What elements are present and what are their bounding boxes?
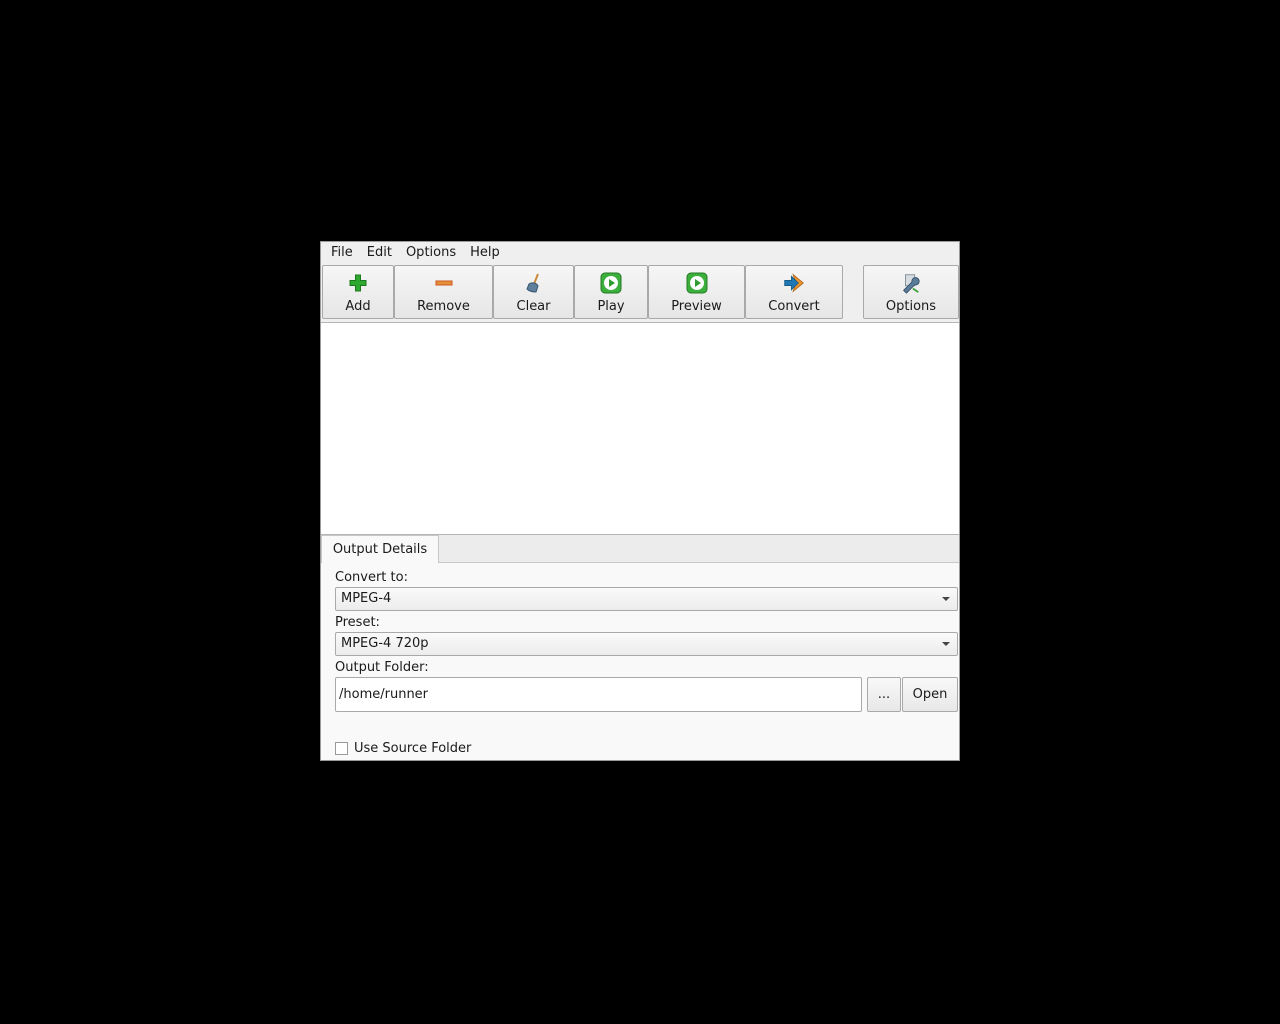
open-folder-button[interactable]: Open bbox=[902, 677, 958, 712]
clear-label: Clear bbox=[516, 299, 551, 314]
remove-button[interactable]: Remove bbox=[394, 265, 493, 319]
remove-minus-icon bbox=[433, 272, 455, 294]
play-icon bbox=[600, 272, 622, 294]
convert-to-value: MPEG-4 bbox=[341, 591, 392, 606]
use-source-folder-checkbox[interactable] bbox=[335, 742, 348, 755]
broom-clear-icon bbox=[523, 272, 545, 294]
convert-button[interactable]: Convert bbox=[745, 265, 843, 319]
preview-label: Preview bbox=[671, 299, 722, 314]
preset-value: MPEG-4 720p bbox=[341, 636, 429, 651]
play-label: Play bbox=[597, 299, 625, 314]
output-folder-value: /home/runner bbox=[339, 687, 429, 702]
clear-button[interactable]: Clear bbox=[493, 265, 574, 319]
output-folder-input[interactable]: /home/runner bbox=[335, 677, 862, 712]
play-button[interactable]: Play bbox=[574, 265, 648, 319]
preview-play-icon bbox=[686, 272, 708, 294]
menu-options[interactable]: Options bbox=[401, 243, 461, 263]
use-source-folder-label[interactable]: Use Source Folder bbox=[354, 741, 471, 756]
preview-button[interactable]: Preview bbox=[648, 265, 745, 319]
browse-button[interactable]: ... bbox=[867, 677, 901, 712]
menubar: File Edit Options Help bbox=[321, 242, 959, 264]
wrench-options-icon bbox=[900, 272, 922, 294]
convert-arrow-icon bbox=[783, 272, 805, 294]
tab-bar: Output Details bbox=[321, 535, 959, 564]
file-list[interactable] bbox=[321, 322, 959, 535]
convert-label: Convert bbox=[768, 299, 820, 314]
output-folder-label: Output Folder: bbox=[335, 660, 429, 675]
app-window: File Edit Options Help Add Remove Clear … bbox=[320, 241, 960, 761]
convert-to-label: Convert to: bbox=[335, 570, 408, 585]
remove-label: Remove bbox=[417, 299, 470, 314]
convert-to-select[interactable]: MPEG-4 bbox=[335, 587, 958, 611]
options-label: Options bbox=[885, 299, 937, 314]
add-button[interactable]: Add bbox=[322, 265, 394, 319]
output-details-panel: Convert to: MPEG-4 Preset: MPEG-4 720p O… bbox=[321, 563, 959, 760]
menu-file[interactable]: File bbox=[326, 243, 358, 263]
add-plus-icon bbox=[347, 272, 369, 294]
options-button[interactable]: Options bbox=[863, 265, 959, 319]
menu-edit[interactable]: Edit bbox=[362, 243, 397, 263]
menu-help[interactable]: Help bbox=[465, 243, 505, 263]
use-source-folder-row: Use Source Folder bbox=[335, 741, 471, 756]
preset-select[interactable]: MPEG-4 720p bbox=[335, 632, 958, 656]
toolbar: Add Remove Clear Play Preview Convert Op… bbox=[321, 264, 959, 321]
chevron-down-icon bbox=[942, 642, 950, 646]
preset-label: Preset: bbox=[335, 615, 380, 630]
add-label: Add bbox=[345, 299, 371, 314]
chevron-down-icon bbox=[942, 597, 950, 601]
tab-output-details[interactable]: Output Details bbox=[321, 535, 439, 564]
